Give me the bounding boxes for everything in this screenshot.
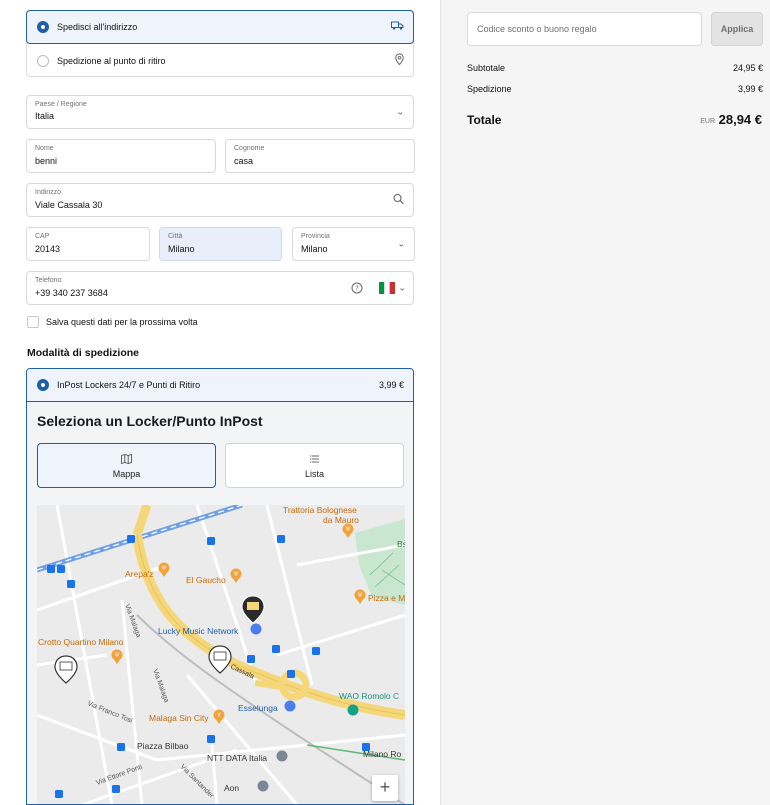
apply-discount-button[interactable]: Applica [711, 12, 763, 46]
phone-value: +39 340 237 3684 [35, 288, 108, 298]
italy-flag-icon[interactable] [379, 282, 395, 296]
zip-label: CAP [35, 233, 50, 240]
map-label: El Gaucho [186, 575, 226, 585]
total-value: 28,94 € [718, 112, 762, 127]
svg-text:Y: Y [217, 713, 221, 719]
chevron-down-icon: ⌄ [397, 238, 405, 249]
map-label: WAO Romolo C [339, 691, 399, 701]
subtotal-label: Subtotale [467, 63, 506, 73]
city-value: Milano [168, 244, 195, 254]
city-label: Città [168, 233, 183, 240]
order-summary-column: Codice sconto o buono regalo Applica Sub… [440, 0, 770, 805]
zoom-in-button[interactable]: + [372, 775, 398, 801]
delivery-option-label: Spedisci all'indirizzo [57, 22, 138, 32]
tab-map-label: Mappa [112, 469, 141, 479]
last-name-field[interactable]: Cognome casa [225, 139, 415, 173]
shipping-label: Spedizione [467, 84, 512, 94]
total-currency: EUR [700, 118, 715, 125]
delivery-option-ship-to-address[interactable]: Spedisci all'indirizzo [26, 10, 414, 44]
delivery-method-group: Spedisci all'indirizzo Spedizione al pun… [26, 10, 414, 77]
svg-text:Ψ: Ψ [357, 593, 362, 599]
first-name-label: Nome [35, 145, 54, 152]
map-label: da Mauro [323, 515, 359, 525]
svg-text:Ψ: Ψ [233, 572, 238, 578]
tab-map[interactable]: Mappa [37, 443, 216, 488]
address-field[interactable]: Indirizzo Viale Cassala 30 [26, 183, 414, 217]
country-label: Paese / Regione [35, 101, 87, 108]
last-name-value: casa [234, 156, 254, 166]
svg-text:Ψ: Ψ [114, 653, 119, 659]
delivery-option-label: Spedizione al punto di ritiro [57, 55, 166, 66]
shipping-section-title: Modalità di spedizione [27, 347, 140, 359]
help-icon[interactable]: ? [351, 282, 363, 296]
phone-label: Telefono [35, 277, 62, 284]
location-pin-icon [395, 52, 404, 68]
delivery-option-pickup-point[interactable]: Spedizione al punto di ritiro [27, 44, 413, 77]
locker-selector-title: Seleziona un Locker/Punto InPost [37, 413, 263, 429]
subtotal-value: 24,95 € [732, 63, 763, 73]
map-label: Crotto Quartino Milano [38, 637, 124, 647]
map-label: NTT DATA Italia [207, 753, 267, 763]
search-icon[interactable] [393, 193, 404, 207]
svg-text:?: ? [355, 285, 359, 293]
list-icon [226, 454, 403, 467]
city-field[interactable]: Città Milano [159, 227, 282, 261]
tab-list-label: Lista [304, 469, 324, 479]
shipping-method-option[interactable]: InPost Lockers 24/7 e Punti di Ritiro 3,… [27, 369, 413, 402]
shipping-method-name: InPost Lockers 24/7 e Punti di Ritiro [57, 380, 201, 390]
map-label: Arepa'z [125, 569, 154, 579]
phone-field[interactable]: Telefono +39 340 237 3684 ? ⌄ [26, 271, 414, 305]
map-label: Aon [224, 783, 239, 793]
map-label: Trattoria Bolognese [283, 505, 357, 515]
svg-text:Ψ: Ψ [345, 527, 350, 533]
first-name-value: benni [35, 156, 58, 166]
radio-selected[interactable] [37, 379, 49, 391]
last-name-label: Cognome [234, 145, 265, 152]
map-label: Malaga Sin City [149, 713, 209, 723]
address-value: Viale Cassala 30 [35, 200, 103, 210]
map-label: Bs [397, 539, 405, 549]
province-label: Provincia [301, 233, 330, 240]
tab-list[interactable]: Lista [225, 443, 404, 488]
chevron-down-icon: ⌄ [396, 106, 404, 117]
discount-code-input[interactable]: Codice sconto o buono regalo [467, 12, 702, 46]
map-label: Milano Ro [363, 749, 402, 759]
country-select[interactable]: Paese / Regione Italia ⌄ [26, 95, 414, 129]
shipping-row: Spedizione 3,99 € [467, 84, 763, 94]
total-label: Totale [467, 113, 502, 127]
shipping-value: 3,99 € [737, 84, 763, 94]
map-icon [38, 453, 215, 467]
map-label: Esselunga [238, 703, 278, 713]
checkout-form-column: Spedisci all'indirizzo Spedizione al pun… [0, 0, 440, 805]
map-label: Pizza e M [368, 593, 405, 603]
shipping-method-box: InPost Lockers 24/7 e Punti di Ritiro 3,… [26, 368, 414, 805]
province-select[interactable]: Provincia Milano ⌄ [292, 227, 415, 261]
subtotal-row: Subtotale 24,95 € [467, 63, 763, 73]
shipping-method-price: 3,99 € [378, 380, 404, 390]
address-label: Indirizzo [35, 189, 62, 196]
save-info-label: Salva questi dati per la prossima volta [46, 317, 198, 327]
first-name-field[interactable]: Nome benni [26, 139, 216, 173]
country-value: Italia [35, 111, 55, 121]
radio-unselected[interactable] [37, 54, 49, 67]
chevron-down-icon: ⌄ [398, 282, 406, 293]
zip-value: 20143 [35, 244, 61, 254]
save-info-checkbox[interactable] [27, 316, 39, 328]
radio-selected[interactable] [37, 21, 49, 33]
map-label: Piazza Bilbao [137, 741, 189, 751]
map-label: Lucky Music Network [158, 626, 239, 636]
zip-field[interactable]: CAP 20143 [26, 227, 150, 261]
svg-text:Ψ: Ψ [161, 566, 166, 572]
truck-icon [391, 21, 404, 34]
locker-map[interactable]: Ψ Ψ Ψ Ψ Ψ Y Trattoria Bolognese da Mauro Are… [37, 505, 405, 804]
province-value: Milano [301, 244, 328, 254]
